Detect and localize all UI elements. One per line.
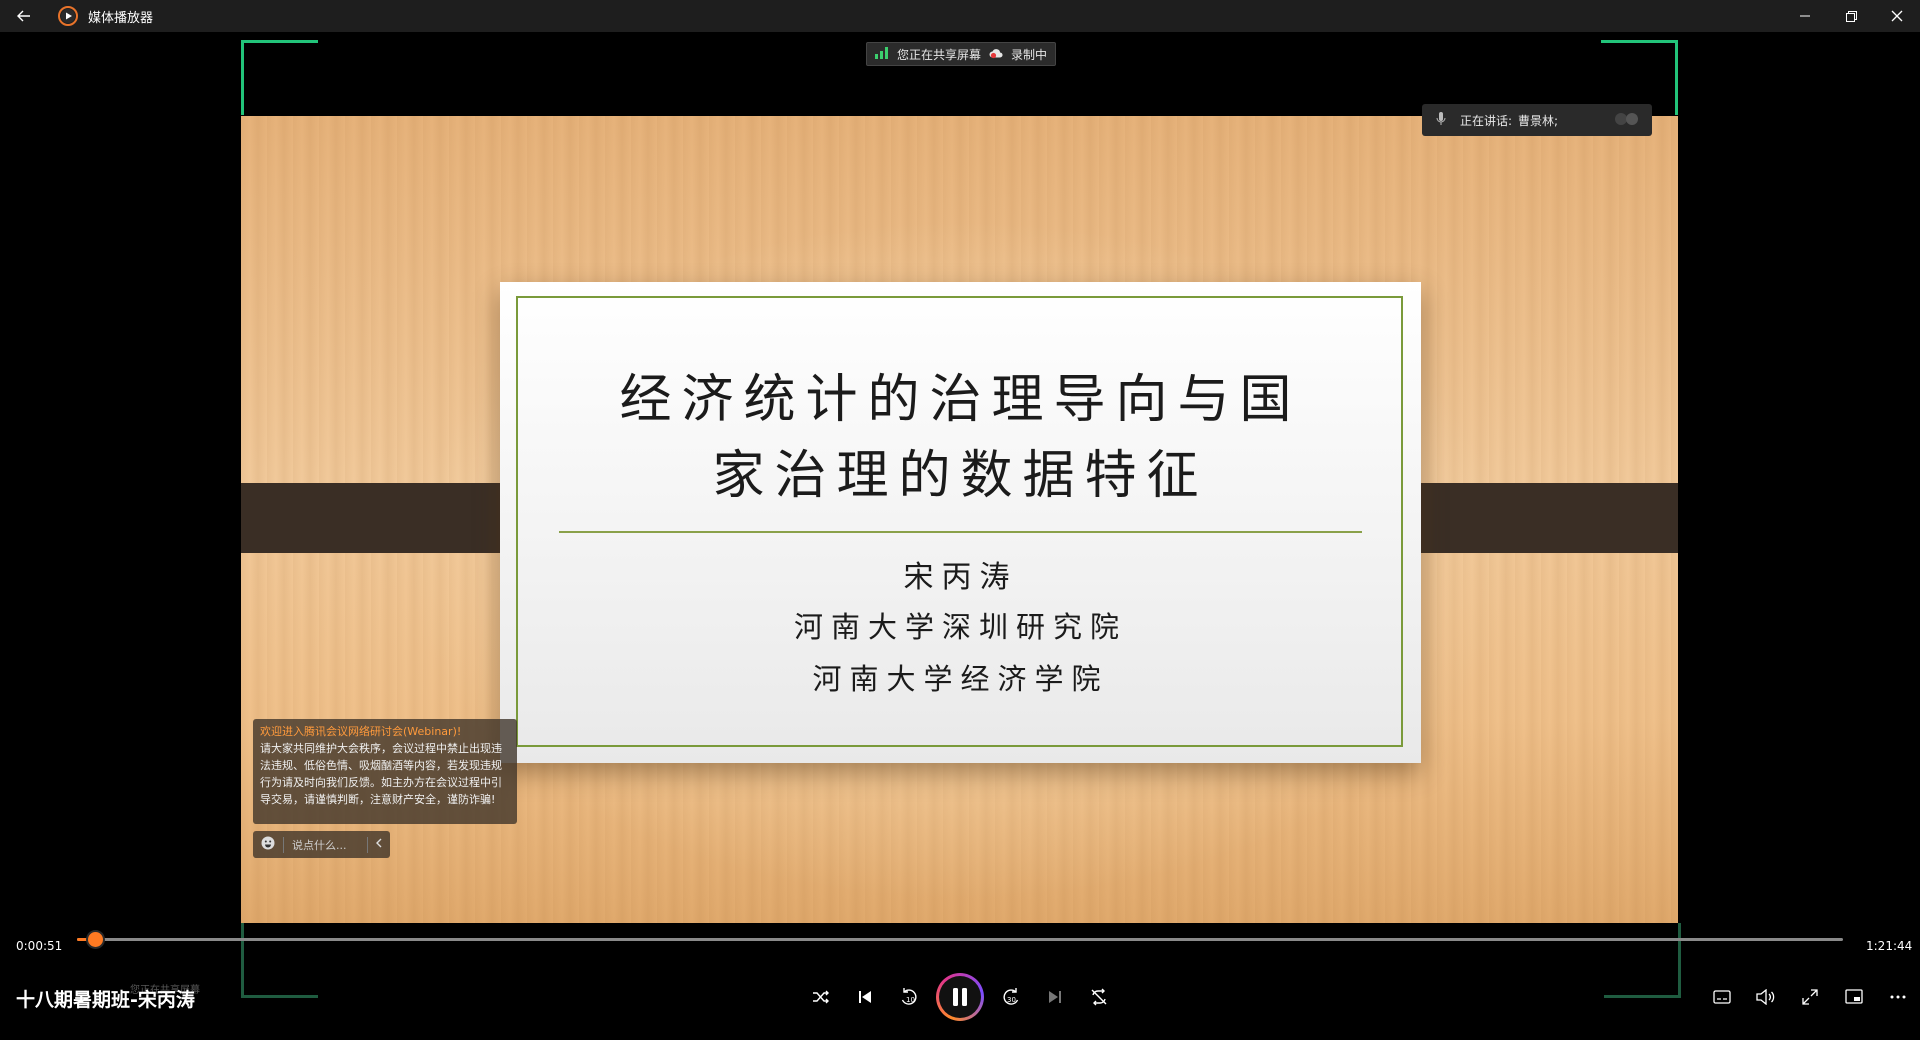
forward-30-icon[interactable]: 30 [997, 985, 1025, 1009]
previous-icon[interactable] [851, 985, 879, 1009]
presentation-slide: 经济统计的治理导向与国 家治理的数据特征 宋丙涛 河南大学深圳研究院 河南大学经… [500, 282, 1421, 763]
microphone-icon [1436, 111, 1446, 129]
decor-bar-left [241, 480, 531, 556]
recording-label: 录制中 [1011, 47, 1048, 62]
speaking-label: 正在讲话: [1460, 113, 1513, 128]
player-controls: 0:00:51 1:21:44 您正在共享屏幕 十八期暑期班-宋丙涛 10 30 [0, 923, 1920, 1040]
participant-avatars-icon [1612, 112, 1642, 129]
slide-title-line-2: 家治理的数据特征 [712, 446, 1209, 506]
app-title: 媒体播放器 [88, 10, 154, 26]
cloud-record-icon [989, 47, 1003, 62]
media-title: 十八期暑期班-宋丙涛 [16, 989, 195, 1011]
fullscreen-icon[interactable] [1796, 985, 1824, 1009]
shuffle-icon[interactable] [807, 985, 835, 1009]
share-bracket-bottom-left [241, 923, 318, 998]
share-bracket-bottom-right [1604, 923, 1681, 998]
notice-body: 请大家共同维护大会秩序，会议过程中禁止出现违法违规、低俗色情、吸烟酗酒等内容，若… [260, 742, 502, 806]
slide-divider [559, 531, 1362, 533]
video-frame[interactable]: 您正在共享屏幕 录制中 正在讲话: 曹景林; 经济统计的治理导向与国 家治理的数… [241, 32, 1678, 923]
slide-author: 宋丙涛 [903, 560, 1018, 595]
repeat-off-icon[interactable] [1085, 985, 1113, 1009]
captions-icon[interactable] [1708, 985, 1736, 1009]
title-bar: 媒体播放器 [0, 0, 1920, 32]
chat-input-bar[interactable]: 说点什么... [253, 831, 390, 858]
decor-bar-right [1385, 480, 1678, 556]
current-time: 0:00:51 [16, 939, 63, 953]
svg-text:30: 30 [1007, 996, 1016, 1004]
mini-view-icon[interactable] [1840, 985, 1868, 1009]
chat-input[interactable]: 说点什么... [292, 837, 367, 853]
screen-share-indicator: 您正在共享屏幕 录制中 [866, 42, 1057, 66]
rewind-10-icon[interactable]: 10 [895, 985, 923, 1009]
seek-thumb[interactable] [88, 932, 104, 947]
total-time: 1:21:44 [1866, 939, 1913, 953]
pause-icon [939, 976, 981, 1018]
slide-affiliation-1: 河南大学深圳研究院 [793, 610, 1127, 644]
media-player-icon [58, 6, 78, 26]
more-icon[interactable] [1884, 985, 1912, 1009]
slide-title-line-1: 经济统计的治理导向与国 [619, 370, 1302, 430]
volume-icon[interactable] [1752, 985, 1780, 1009]
pause-button[interactable] [936, 973, 984, 1021]
slide-title: 经济统计的治理导向与国 家治理的数据特征 [540, 362, 1381, 514]
notice-title: 欢迎进入腾讯会议网络研讨会(Webinar)! [260, 725, 462, 738]
svg-text:10: 10 [906, 996, 915, 1004]
speaker-name: 曹景林; [1518, 113, 1559, 128]
share-bracket-top-left [241, 40, 318, 115]
close-icon[interactable] [1874, 0, 1920, 32]
next-icon[interactable] [1041, 985, 1069, 1009]
slide-affiliation-2: 河南大学经济学院 [812, 662, 1109, 696]
minimize-icon[interactable] [1782, 0, 1828, 32]
sharing-label: 您正在共享屏幕 [897, 47, 982, 62]
speaking-indicator: 正在讲话: 曹景林; [1422, 104, 1652, 136]
back-arrow-icon[interactable] [4, 0, 44, 32]
seek-bar[interactable] [77, 932, 1843, 947]
restore-icon[interactable] [1828, 0, 1874, 32]
collapse-chevron-icon[interactable] [368, 838, 390, 851]
emoji-icon[interactable] [261, 836, 275, 853]
signal-bars-icon [875, 46, 889, 62]
meeting-notice: 欢迎进入腾讯会议网络研讨会(Webinar)! 请大家共同维护大会秩序，会议过程… [253, 719, 517, 824]
